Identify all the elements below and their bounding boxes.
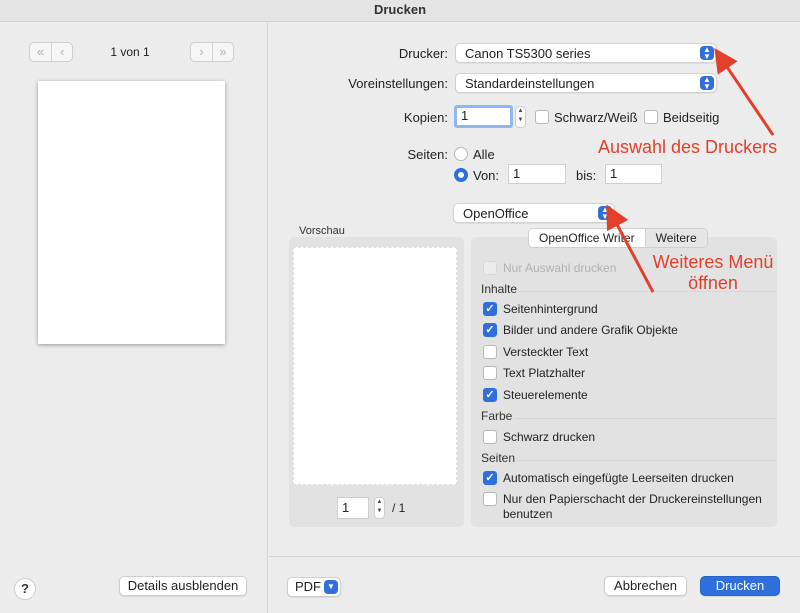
pages-opt-label-1-cont: benutzen: [503, 507, 553, 521]
cancel-button[interactable]: Abbrechen: [604, 576, 687, 596]
only-selection-checkbox[interactable]: [483, 261, 497, 275]
printer-label: Drucker:: [398, 46, 448, 61]
duplex-checkbox[interactable]: [644, 110, 658, 124]
print-button[interactable]: Drucken: [700, 576, 780, 596]
pages-range-radio[interactable]: [454, 168, 468, 182]
preview-page-total: / 1: [392, 501, 406, 515]
copies-input[interactable]: 1: [454, 105, 513, 128]
prev-page-icon[interactable]: ‹: [51, 43, 72, 61]
contents-checkbox-0[interactable]: ✓: [483, 302, 497, 316]
pages-to-input[interactable]: 1: [605, 164, 662, 184]
color-heading: Farbe: [481, 409, 513, 423]
pages-heading: Seiten: [481, 451, 516, 465]
section-divider: [514, 418, 776, 419]
printer-select[interactable]: Canon TS5300 series ▲ ▼: [455, 43, 717, 63]
chevron-updown-icon: ▲ ▼: [700, 76, 714, 91]
help-button[interactable]: ?: [14, 578, 36, 600]
annotation-printer: Auswahl des Druckers: [598, 137, 778, 157]
only-selection-label: Nur Auswahl drucken: [503, 261, 617, 275]
footer-divider: [269, 556, 800, 557]
copies-label: Kopien:: [403, 110, 448, 125]
details-toggle-button[interactable]: Details ausblenden: [119, 576, 247, 596]
page-counter: 1 von 1: [110, 45, 150, 59]
color-checkbox-0[interactable]: [483, 430, 497, 444]
contents-label-3: Text Platzhalter: [503, 366, 586, 380]
presets-select[interactable]: Standardeinstellungen ▲ ▼: [455, 73, 717, 93]
preview-label: Vorschau: [299, 225, 345, 237]
contents-checkbox-1[interactable]: ✓: [483, 323, 497, 337]
pages-all-radio[interactable]: [454, 147, 468, 161]
tab-openoffice-writer[interactable]: OpenOffice Writer: [529, 229, 645, 247]
tab-weitere[interactable]: Weitere: [644, 229, 707, 247]
copies-stepper[interactable]: ▲ ▼: [515, 106, 526, 128]
contents-checkbox-2[interactable]: [483, 345, 497, 359]
bw-label: Schwarz/Weiß: [554, 110, 638, 125]
pages-from-input[interactable]: 1: [508, 164, 566, 184]
page-thumbnail[interactable]: [38, 81, 225, 344]
pages-to-label: bis:: [576, 168, 597, 183]
first-page-icon[interactable]: «: [30, 43, 51, 61]
nav-forward-group: › »: [190, 42, 234, 62]
preview-page: [293, 247, 457, 485]
pages-opt-checkbox-1[interactable]: [483, 492, 497, 506]
window-title: Drucken: [0, 0, 800, 22]
options-tabs: OpenOffice Writer Weitere: [528, 228, 708, 248]
annotation-menu-line1: Weiteres Menü: [652, 252, 774, 272]
chevron-updown-icon: ▲ ▼: [598, 206, 612, 221]
pages-opt-label-0: Automatisch eingefügte Leerseiten drucke…: [503, 471, 734, 485]
last-page-icon[interactable]: »: [212, 43, 233, 61]
contents-checkbox-3[interactable]: [483, 366, 497, 380]
contents-label-0: Seitenhintergrund: [503, 302, 598, 316]
contents-heading: Inhalte: [481, 282, 518, 296]
contents-checkbox-4[interactable]: ✓: [483, 388, 497, 402]
contents-label-2: Versteckter Text: [503, 345, 589, 359]
presets-label: Voreinstellungen:: [348, 76, 448, 91]
annotation-menu-line2: öffnen: [688, 273, 738, 293]
presets-value: Standardeinstellungen: [465, 76, 595, 91]
preview-page-stepper[interactable]: ▲ ▼: [374, 497, 385, 519]
app-options-menu[interactable]: OpenOffice ▲ ▼: [453, 203, 615, 223]
chevron-down-icon: ▼: [324, 580, 338, 594]
pdf-label: PDF: [295, 579, 321, 594]
printer-value: Canon TS5300 series: [465, 46, 591, 61]
nav-back-group: « ‹: [29, 42, 73, 62]
contents-label-4: Steuerelemente: [503, 388, 588, 402]
pdf-menu-button[interactable]: PDF ▼: [287, 577, 341, 597]
section-divider: [517, 460, 776, 461]
pages-label: Seiten:: [407, 147, 448, 162]
next-page-icon[interactable]: ›: [191, 43, 212, 61]
color-label-0: Schwarz drucken: [503, 430, 596, 444]
bw-checkbox[interactable]: [535, 110, 549, 124]
app-options-value: OpenOffice: [463, 206, 529, 221]
pages-all-label: Alle: [473, 147, 495, 162]
contents-label-1: Bilder und andere Grafik Objekte: [503, 323, 678, 337]
preview-page-input[interactable]: 1: [337, 497, 369, 519]
pages-opt-label-1: Nur den Papierschacht der Druckereinstel…: [503, 492, 762, 506]
pages-opt-checkbox-0[interactable]: ✓: [483, 471, 497, 485]
chevron-updown-icon: ▲ ▼: [700, 46, 714, 61]
pages-from-label: Von:: [473, 168, 500, 183]
duplex-label: Beidseitig: [663, 110, 720, 125]
